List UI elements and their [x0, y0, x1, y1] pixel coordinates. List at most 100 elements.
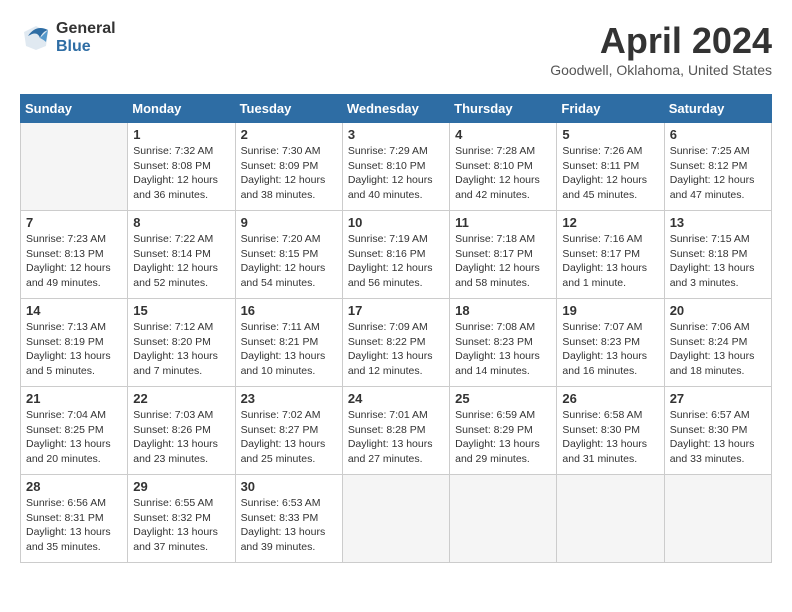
calendar-cell: 21Sunrise: 7:04 AM Sunset: 8:25 PM Dayli…: [21, 387, 128, 475]
day-info: Sunrise: 7:23 AM Sunset: 8:13 PM Dayligh…: [26, 232, 122, 291]
calendar-cell: 23 Sunrise: 7:02 AM Sunset: 8:27 PM Dayli…: [235, 387, 342, 475]
day-info: Sunrise: 7:08 AM Sunset: 8:23 PM Dayligh…: [455, 320, 551, 379]
day-info: Sunrise: 7:19 AM Sunset: 8:16 PM Dayligh…: [348, 232, 444, 291]
calendar-cell: [450, 475, 557, 563]
calendar-cell: 5Sunrise: 7:26 AM Sunset: 8:11 PM Daylig…: [557, 123, 664, 211]
day-number: 12: [562, 215, 658, 230]
calendar-cell: 13Sunrise: 7:15 AM Sunset: 8:18 PM Dayli…: [664, 211, 771, 299]
day-number: 22: [133, 391, 229, 406]
day-number: 28: [26, 479, 122, 494]
day-number: 10: [348, 215, 444, 230]
day-number: 19: [562, 303, 658, 318]
calendar-cell: 27 Sunrise: 6:57 AM Sunset: 8:30 PM Dayli…: [664, 387, 771, 475]
day-number: 4: [455, 127, 551, 142]
month-title: April 2024: [550, 20, 772, 62]
calendar-cell: 2 Sunrise: 7:30 AM Sunset: 8:09 PM Daylig…: [235, 123, 342, 211]
calendar-cell: 25Sunrise: 6:59 AM Sunset: 8:29 PM Dayli…: [450, 387, 557, 475]
week-row-4: 21Sunrise: 7:04 AM Sunset: 8:25 PM Dayli…: [21, 387, 772, 475]
day-number: 23: [241, 391, 337, 406]
day-info: Sunrise: 7:26 AM Sunset: 8:11 PM Dayligh…: [562, 144, 658, 203]
calendar-header-row: SundayMondayTuesdayWednesdayThursdayFrid…: [21, 95, 772, 123]
day-number: 15: [133, 303, 229, 318]
calendar-cell: 8 Sunrise: 7:22 AM Sunset: 8:14 PM Daylig…: [128, 211, 235, 299]
day-number: 14: [26, 303, 122, 318]
calendar-cell: 26 Sunrise: 6:58 AM Sunset: 8:30 PM Dayli…: [557, 387, 664, 475]
day-info: Sunrise: 7:32 AM Sunset: 8:08 PM Dayligh…: [133, 144, 229, 203]
day-info: Sunrise: 7:28 AM Sunset: 8:10 PM Dayligh…: [455, 144, 551, 203]
day-number: 2: [241, 127, 337, 142]
calendar-cell: 20 Sunrise: 7:06 AM Sunset: 8:24 PM Dayli…: [664, 299, 771, 387]
day-info: Sunrise: 6:55 AM Sunset: 8:32 PM Dayligh…: [133, 496, 229, 555]
day-number: 26: [562, 391, 658, 406]
calendar-cell: 3 Sunrise: 7:29 AM Sunset: 8:10 PM Daylig…: [342, 123, 449, 211]
calendar-cell: [21, 123, 128, 211]
day-info: Sunrise: 7:20 AM Sunset: 8:15 PM Dayligh…: [241, 232, 337, 291]
calendar-cell: 6 Sunrise: 7:25 AM Sunset: 8:12 PM Daylig…: [664, 123, 771, 211]
day-number: 3: [348, 127, 444, 142]
calendar-cell: 1Sunrise: 7:32 AM Sunset: 8:08 PM Daylig…: [128, 123, 235, 211]
calendar-cell: 24 Sunrise: 7:01 AM Sunset: 8:28 PM Dayli…: [342, 387, 449, 475]
calendar-cell: 29 Sunrise: 6:55 AM Sunset: 8:32 PM Dayli…: [128, 475, 235, 563]
day-number: 7: [26, 215, 122, 230]
calendar-cell: 28 Sunrise: 6:56 AM Sunset: 8:31 PM Dayli…: [21, 475, 128, 563]
logo-text-general: General: [56, 20, 116, 38]
day-info: Sunrise: 7:12 AM Sunset: 8:20 PM Dayligh…: [133, 320, 229, 379]
day-number: 11: [455, 215, 551, 230]
day-header-sunday: Sunday: [21, 95, 128, 123]
day-info: Sunrise: 7:29 AM Sunset: 8:10 PM Dayligh…: [348, 144, 444, 203]
day-info: Sunrise: 7:07 AM Sunset: 8:23 PM Dayligh…: [562, 320, 658, 379]
day-header-thursday: Thursday: [450, 95, 557, 123]
day-number: 6: [670, 127, 766, 142]
calendar-cell: [664, 475, 771, 563]
calendar-cell: 14Sunrise: 7:13 AM Sunset: 8:19 PM Dayli…: [21, 299, 128, 387]
calendar-table: SundayMondayTuesdayWednesdayThursdayFrid…: [20, 94, 772, 563]
day-info: Sunrise: 7:09 AM Sunset: 8:22 PM Dayligh…: [348, 320, 444, 379]
day-header-tuesday: Tuesday: [235, 95, 342, 123]
week-row-2: 7 Sunrise: 7:23 AM Sunset: 8:13 PM Daylig…: [21, 211, 772, 299]
calendar-cell: [342, 475, 449, 563]
calendar-cell: 11 Sunrise: 7:18 AM Sunset: 8:17 PM Dayli…: [450, 211, 557, 299]
day-info: Sunrise: 7:15 AM Sunset: 8:18 PM Dayligh…: [670, 232, 766, 291]
day-info: Sunrise: 6:57 AM Sunset: 8:30 PM Dayligh…: [670, 408, 766, 467]
day-number: 8: [133, 215, 229, 230]
calendar-cell: [557, 475, 664, 563]
day-info: Sunrise: 7:22 AM Sunset: 8:14 PM Dayligh…: [133, 232, 229, 291]
day-info: Sunrise: 6:53 AM Sunset: 8:33 PM Dayligh…: [241, 496, 337, 555]
day-info: Sunrise: 7:16 AM Sunset: 8:17 PM Dayligh…: [562, 232, 658, 291]
day-info: Sunrise: 7:06 AM Sunset: 8:24 PM Dayligh…: [670, 320, 766, 379]
day-number: 20: [670, 303, 766, 318]
week-row-1: 1Sunrise: 7:32 AM Sunset: 8:08 PM Daylig…: [21, 123, 772, 211]
day-number: 30: [241, 479, 337, 494]
logo-icon: [20, 22, 52, 54]
day-info: Sunrise: 7:01 AM Sunset: 8:28 PM Dayligh…: [348, 408, 444, 467]
day-header-monday: Monday: [128, 95, 235, 123]
day-number: 29: [133, 479, 229, 494]
day-info: Sunrise: 7:18 AM Sunset: 8:17 PM Dayligh…: [455, 232, 551, 291]
calendar-cell: 7 Sunrise: 7:23 AM Sunset: 8:13 PM Daylig…: [21, 211, 128, 299]
week-row-3: 14Sunrise: 7:13 AM Sunset: 8:19 PM Dayli…: [21, 299, 772, 387]
day-info: Sunrise: 7:30 AM Sunset: 8:09 PM Dayligh…: [241, 144, 337, 203]
calendar-cell: 9Sunrise: 7:20 AM Sunset: 8:15 PM Daylig…: [235, 211, 342, 299]
day-number: 17: [348, 303, 444, 318]
day-number: 21: [26, 391, 122, 406]
day-number: 24: [348, 391, 444, 406]
day-number: 18: [455, 303, 551, 318]
page-header: General Blue April 2024 Goodwell, Oklaho…: [20, 20, 772, 78]
day-info: Sunrise: 7:11 AM Sunset: 8:21 PM Dayligh…: [241, 320, 337, 379]
calendar-cell: 10 Sunrise: 7:19 AM Sunset: 8:16 PM Dayli…: [342, 211, 449, 299]
day-info: Sunrise: 7:25 AM Sunset: 8:12 PM Dayligh…: [670, 144, 766, 203]
day-info: Sunrise: 7:03 AM Sunset: 8:26 PM Dayligh…: [133, 408, 229, 467]
day-number: 27: [670, 391, 766, 406]
location: Goodwell, Oklahoma, United States: [550, 62, 772, 78]
calendar-cell: 30 Sunrise: 6:53 AM Sunset: 8:33 PM Dayli…: [235, 475, 342, 563]
day-info: Sunrise: 7:02 AM Sunset: 8:27 PM Dayligh…: [241, 408, 337, 467]
calendar-cell: 12 Sunrise: 7:16 AM Sunset: 8:17 PM Dayli…: [557, 211, 664, 299]
calendar-cell: 22 Sunrise: 7:03 AM Sunset: 8:26 PM Dayli…: [128, 387, 235, 475]
day-header-wednesday: Wednesday: [342, 95, 449, 123]
logo-text-blue: Blue: [56, 38, 116, 56]
calendar-cell: 16 Sunrise: 7:11 AM Sunset: 8:21 PM Dayli…: [235, 299, 342, 387]
day-info: Sunrise: 6:56 AM Sunset: 8:31 PM Dayligh…: [26, 496, 122, 555]
week-row-5: 28 Sunrise: 6:56 AM Sunset: 8:31 PM Dayli…: [21, 475, 772, 563]
day-number: 16: [241, 303, 337, 318]
day-info: Sunrise: 6:58 AM Sunset: 8:30 PM Dayligh…: [562, 408, 658, 467]
